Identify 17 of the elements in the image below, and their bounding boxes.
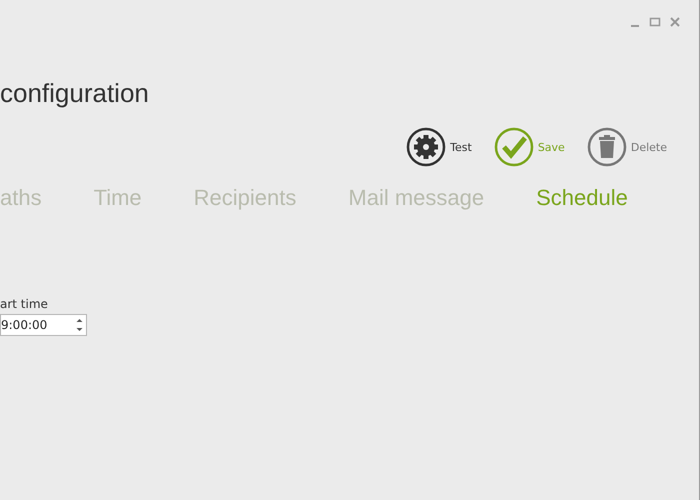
- test-button[interactable]: Test: [406, 127, 472, 167]
- page-title: configuration: [0, 77, 150, 109]
- spinner-icon[interactable]: [76, 318, 83, 332]
- gear-icon: [406, 127, 446, 167]
- field-label: art time: [0, 297, 49, 311]
- tab[interactable]: Time: [94, 185, 142, 211]
- save-button[interactable]: Save: [494, 127, 565, 167]
- check-icon: [494, 127, 534, 167]
- tab[interactable]: aths: [0, 185, 42, 211]
- tab[interactable]: Mail message: [348, 185, 484, 211]
- delete-button[interactable]: Delete: [586, 127, 667, 167]
- time-field[interactable]: 9:00:00: [0, 314, 87, 336]
- tab[interactable]: Recipients: [194, 185, 296, 211]
- close-icon[interactable]: [669, 16, 681, 28]
- maximize-icon[interactable]: [649, 16, 661, 28]
- tab[interactable]: Schedule: [536, 185, 628, 211]
- trash-icon: [586, 127, 627, 167]
